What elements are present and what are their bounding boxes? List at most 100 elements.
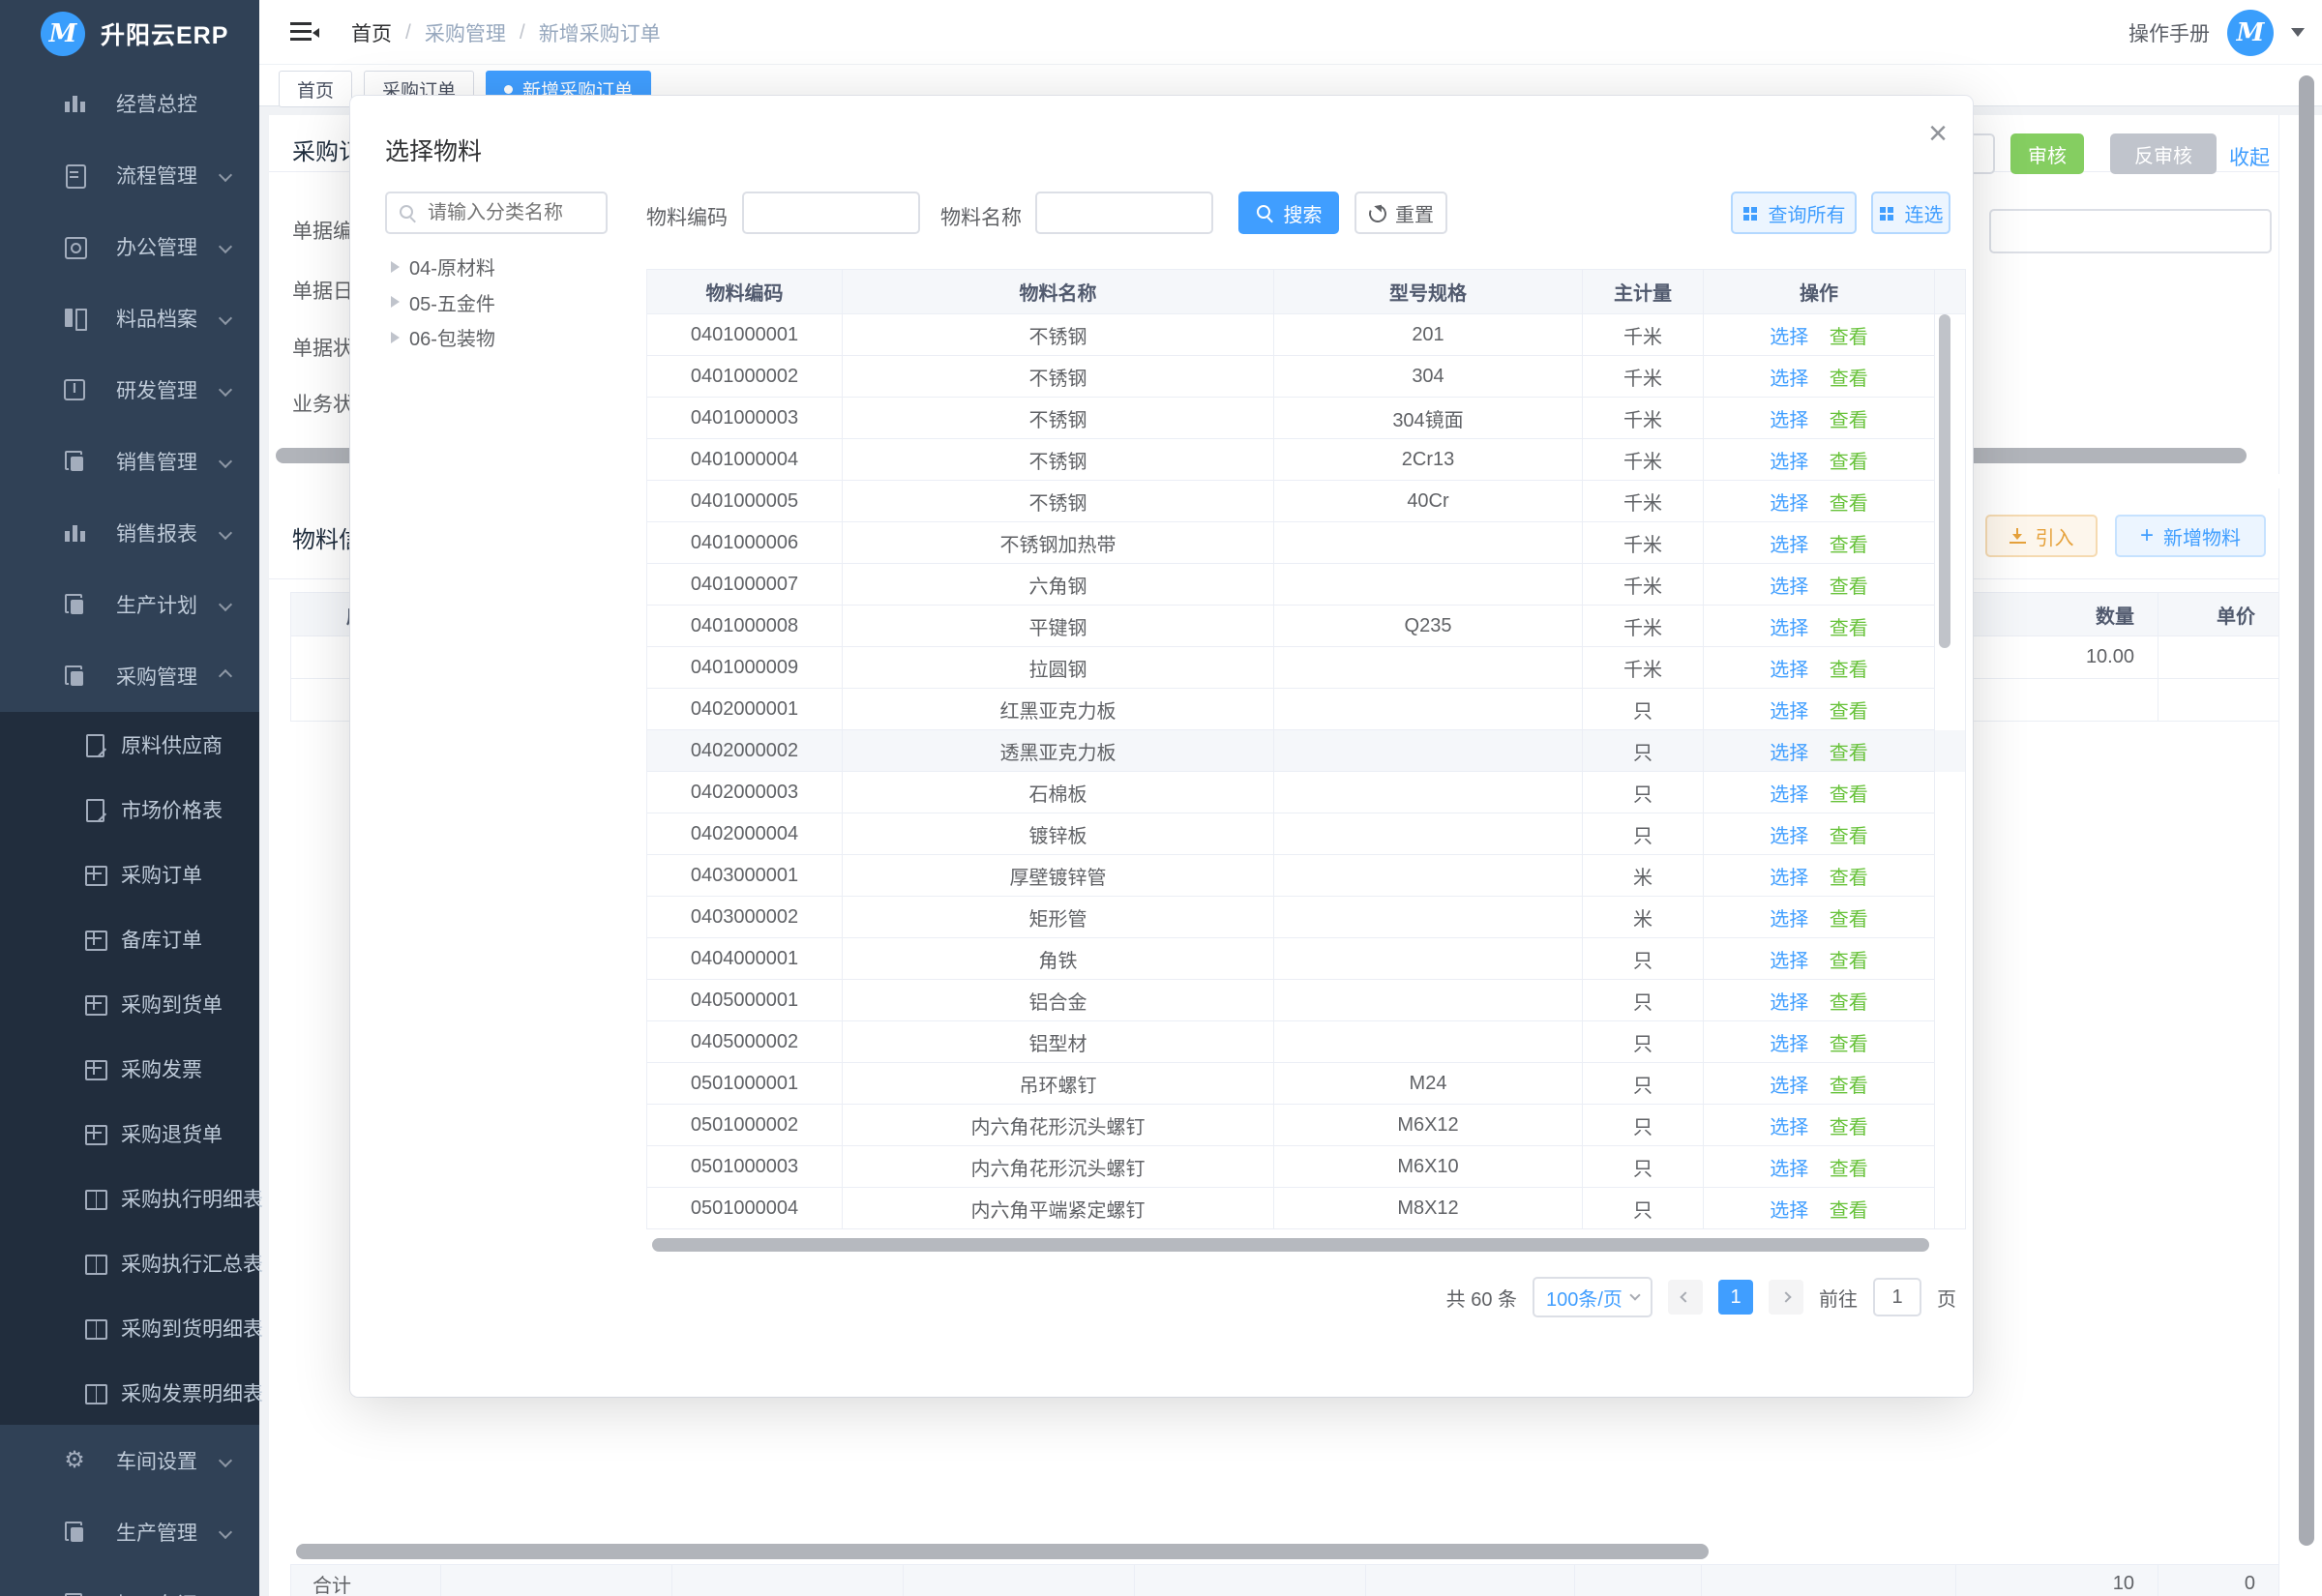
select-link[interactable]: 选择: [1770, 1117, 1808, 1138]
view-link[interactable]: 查看: [1830, 410, 1868, 431]
select-link[interactable]: 选择: [1770, 951, 1808, 972]
view-link[interactable]: 查看: [1830, 660, 1868, 681]
material-row[interactable]: 0401000002 不锈钢 304 千米 选择 查看: [647, 356, 1966, 398]
view-link[interactable]: 查看: [1830, 369, 1868, 390]
material-row[interactable]: 0402000001 红黑亚克力板 只 选择 查看: [647, 689, 1966, 730]
view-link[interactable]: 查看: [1830, 1159, 1868, 1180]
material-row[interactable]: 0401000007 六角钢 千米 选择 查看: [647, 564, 1966, 606]
col-header-name[interactable]: 物料名称: [843, 270, 1274, 314]
sidebar-item[interactable]: 采购发票: [0, 1036, 259, 1101]
select-link[interactable]: 选择: [1770, 701, 1808, 723]
app-logo[interactable]: M 升阳云ERP: [0, 0, 259, 68]
view-link[interactable]: 查看: [1830, 1117, 1868, 1138]
select-link[interactable]: 选择: [1770, 369, 1808, 390]
sidebar-item[interactable]: 原料供应商: [0, 712, 259, 777]
select-link[interactable]: 选择: [1770, 576, 1808, 598]
select-link[interactable]: 选择: [1770, 1076, 1808, 1097]
sidebar-item[interactable]: 加工车间: [0, 1568, 259, 1596]
collapse-link[interactable]: 收起: [2229, 142, 2270, 171]
select-link[interactable]: 选择: [1770, 327, 1808, 348]
goto-page-input[interactable]: [1873, 1278, 1921, 1316]
table-vertical-scrollbar[interactable]: [1939, 314, 1950, 648]
material-row[interactable]: 0501000001 吊环螺钉 M24 只 选择 查看: [647, 1063, 1966, 1105]
material-row[interactable]: 0401000003 不锈钢 304镜面 千米 选择 查看: [647, 398, 1966, 439]
page-tab[interactable]: 首页: [279, 71, 352, 107]
select-link[interactable]: 选择: [1770, 1200, 1808, 1222]
select-link[interactable]: 选择: [1770, 826, 1808, 847]
order-field-input[interactable]: [1989, 209, 2272, 253]
select-link[interactable]: 选择: [1770, 743, 1808, 764]
search-button[interactable]: 搜索: [1238, 192, 1339, 234]
sidebar-item[interactable]: 采购执行明细表: [0, 1166, 259, 1230]
sidebar-item[interactable]: 车间设置: [0, 1425, 259, 1496]
sidebar-item[interactable]: 采购发票明细表: [0, 1360, 259, 1425]
sidebar-item[interactable]: 销售报表: [0, 497, 259, 569]
view-link[interactable]: 查看: [1830, 701, 1868, 723]
view-link[interactable]: 查看: [1830, 1076, 1868, 1097]
material-row[interactable]: 0405000002 铝型材 只 选择 查看: [647, 1021, 1966, 1063]
select-link[interactable]: 选择: [1770, 1034, 1808, 1055]
view-link[interactable]: 查看: [1830, 992, 1868, 1014]
sidebar-item[interactable]: 采购订单: [0, 842, 259, 906]
material-row[interactable]: 0501000002 内六角花形沉头螺钉 M6X12 只 选择 查看: [647, 1105, 1966, 1146]
col-header-unit[interactable]: 主计量: [1583, 270, 1704, 314]
material-row[interactable]: 0501000004 内六角平端紧定螺钉 M8X12 只 选择 查看: [647, 1188, 1966, 1229]
material-row[interactable]: 0403000002 矩形管 米 选择 查看: [647, 897, 1966, 938]
sidebar-item[interactable]: 采购管理: [0, 640, 259, 712]
material-row[interactable]: 0402000003 石棉板 只 选择 查看: [647, 772, 1966, 813]
sidebar-item[interactable]: 备库订单: [0, 906, 259, 971]
breadcrumb-home[interactable]: 首页: [351, 18, 392, 47]
avatar[interactable]: M: [2227, 10, 2274, 56]
tree-node[interactable]: 05-五金件: [391, 288, 495, 316]
select-link[interactable]: 选择: [1770, 410, 1808, 431]
table-horizontal-scrollbar[interactable]: [652, 1238, 1929, 1252]
sidebar-item[interactable]: 生产管理: [0, 1496, 259, 1568]
material-row[interactable]: 0401000005 不锈钢 40Cr 千米 选择 查看: [647, 481, 1966, 522]
col-header-code[interactable]: 物料编码: [647, 270, 843, 314]
material-row[interactable]: 0402000002 透黑亚克力板 只 选择 查看: [647, 730, 1966, 772]
code-filter-input[interactable]: [742, 192, 920, 234]
audit-button[interactable]: 审核: [2010, 133, 2084, 174]
sidebar-item[interactable]: 采购到货单: [0, 971, 259, 1036]
material-row[interactable]: 0403000001 厚壁镀锌管 米 选择 查看: [647, 855, 1966, 897]
next-page-button[interactable]: [1769, 1280, 1803, 1315]
material-row[interactable]: 0501000003 内六角花形沉头螺钉 M6X10 只 选择 查看: [647, 1146, 1966, 1188]
manual-link[interactable]: 操作手册: [2128, 18, 2210, 47]
material-row[interactable]: 0405000001 铝合金 只 选择 查看: [647, 980, 1966, 1021]
view-link[interactable]: 查看: [1830, 826, 1868, 847]
sidebar-item[interactable]: 采购退货单: [0, 1101, 259, 1166]
material-row[interactable]: 0401000001 不锈钢 201 千米 选择 查看: [647, 314, 1966, 356]
page-scrollbar[interactable]: [2299, 75, 2314, 1546]
material-row[interactable]: 0401000006 不锈钢加热带 千米 选择 查看: [647, 522, 1966, 564]
material-row[interactable]: 0401000004 不锈钢 2Cr13 千米 选择 查看: [647, 439, 1966, 481]
select-link[interactable]: 选择: [1770, 618, 1808, 639]
select-link[interactable]: 选择: [1770, 992, 1808, 1014]
tree-node[interactable]: 06-包装物: [391, 323, 495, 351]
sidebar-item[interactable]: 采购执行汇总表: [0, 1230, 259, 1295]
view-link[interactable]: 查看: [1830, 535, 1868, 556]
name-filter-input[interactable]: [1035, 192, 1213, 234]
select-link[interactable]: 选择: [1770, 909, 1808, 931]
view-link[interactable]: 查看: [1830, 743, 1868, 764]
sidebar-item[interactable]: 生产计划: [0, 569, 259, 640]
category-search-input[interactable]: [385, 192, 608, 234]
material-row[interactable]: 0401000009 拉圆钢 千米 选择 查看: [647, 647, 1966, 689]
sidebar-item[interactable]: 销售管理: [0, 426, 259, 497]
view-link[interactable]: 查看: [1830, 1034, 1868, 1055]
view-link[interactable]: 查看: [1830, 909, 1868, 931]
view-link[interactable]: 查看: [1830, 868, 1868, 889]
view-link[interactable]: 查看: [1830, 452, 1868, 473]
unaudit-button[interactable]: 反审核: [2110, 133, 2217, 174]
breadcrumb-purchase[interactable]: 采购管理: [425, 18, 506, 47]
sidebar-item[interactable]: 采购到货明细表: [0, 1295, 259, 1360]
add-material-button[interactable]: + 新增物料: [2115, 515, 2266, 557]
sidebar-item[interactable]: 市场价格表: [0, 777, 259, 842]
multi-select-button[interactable]: 连选: [1871, 192, 1950, 234]
sidebar-item[interactable]: 料品档案: [0, 282, 259, 354]
view-link[interactable]: 查看: [1830, 1200, 1868, 1222]
query-all-button[interactable]: 查询所有: [1731, 192, 1857, 234]
view-link[interactable]: 查看: [1830, 327, 1868, 348]
material-row[interactable]: 0404000001 角铁 只 选择 查看: [647, 938, 1966, 980]
material-row[interactable]: 0401000008 平键钢 Q235 千米 选择 查看: [647, 606, 1966, 647]
select-link[interactable]: 选择: [1770, 660, 1808, 681]
